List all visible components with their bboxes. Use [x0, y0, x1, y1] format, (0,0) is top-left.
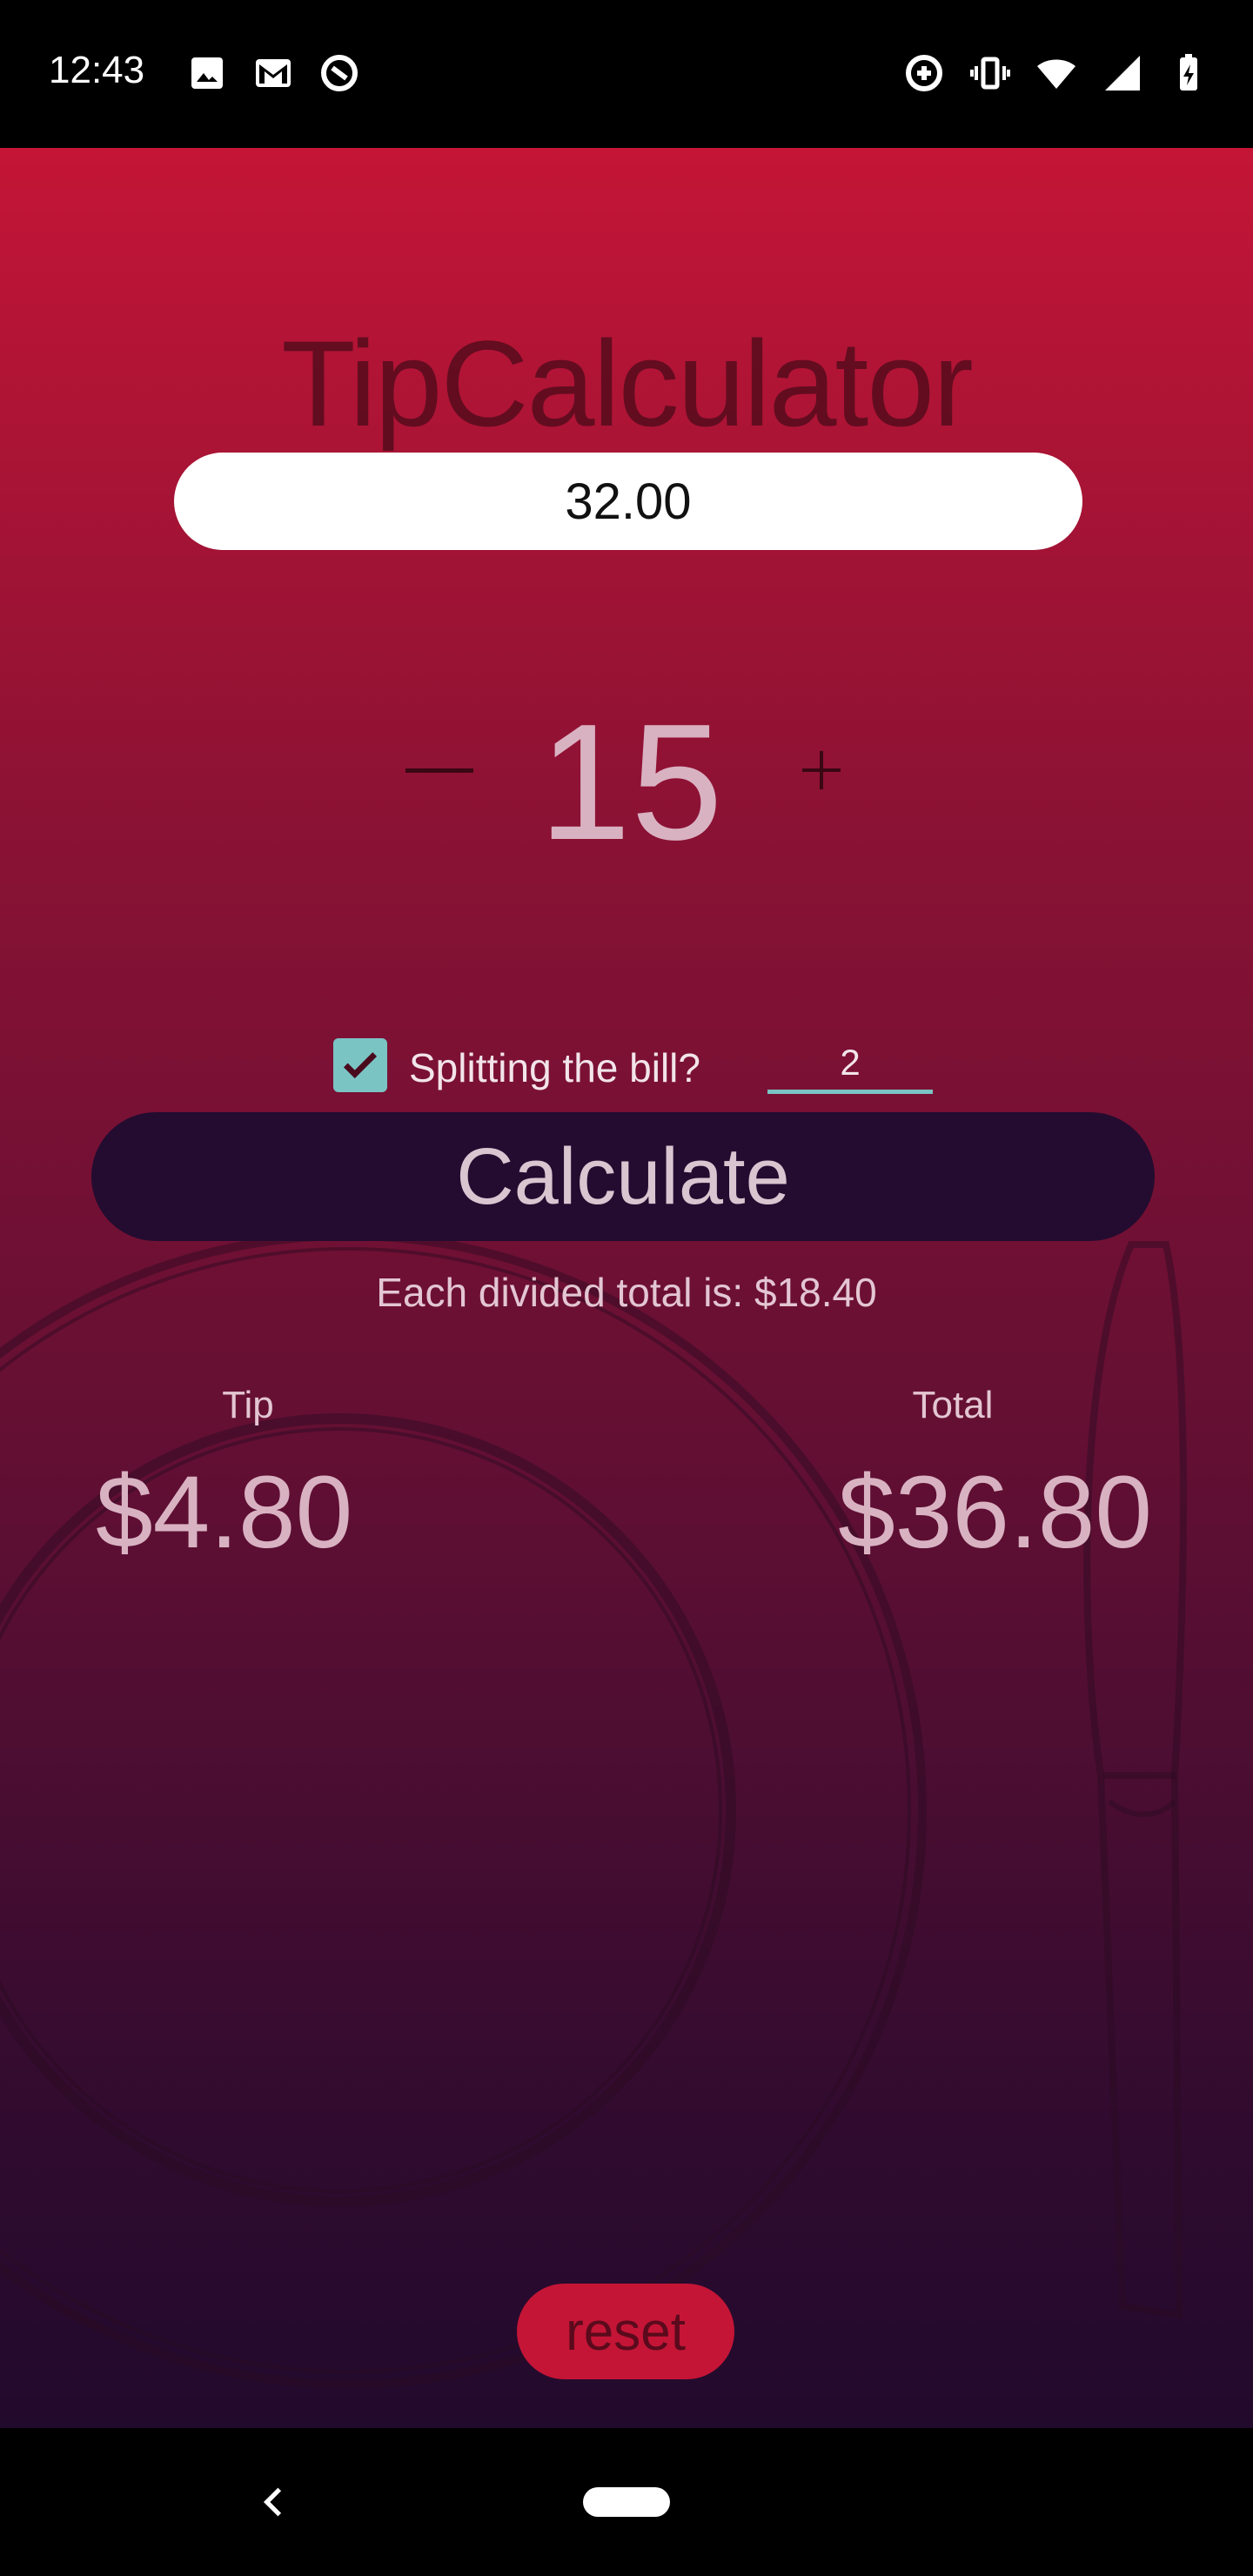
- tip-percent-value: 15: [539, 690, 723, 875]
- navigation-bar: [0, 2428, 1253, 2576]
- minus-icon: [405, 768, 473, 773]
- wifi-icon: [1037, 59, 1075, 89]
- status-bar: 12:43: [0, 0, 1253, 148]
- split-people-input[interactable]: [767, 1036, 933, 1094]
- total-amount: $36.80: [838, 1455, 1152, 1570]
- gmail-icon: [256, 59, 291, 87]
- each-divided-total: Each divided total is: $18.40: [376, 1270, 877, 1315]
- back-icon[interactable]: [252, 2480, 296, 2524]
- decrease-tip-button[interactable]: [400, 731, 479, 809]
- checkmark-icon: [343, 1052, 378, 1079]
- battery-charging-icon: [1180, 54, 1197, 91]
- increase-tip-button[interactable]: [783, 731, 861, 809]
- bill-amount-input[interactable]: [174, 453, 1082, 550]
- tip-percent-stepper: 15: [0, 690, 1253, 875]
- app-title: TipCalculator: [281, 315, 974, 452]
- split-bill-checkbox[interactable]: [333, 1038, 387, 1092]
- status-notification-icons: [186, 52, 360, 94]
- signal-icon: [1105, 56, 1140, 91]
- status-system-icons: [903, 52, 1209, 94]
- tip-amount: $4.80: [96, 1455, 353, 1570]
- data-saver-icon: [906, 55, 942, 91]
- image-icon: [191, 57, 223, 89]
- home-pill-icon[interactable]: [583, 2487, 670, 2517]
- tip-calculator-screen: TipCalculator 15 Splitting the bill? Cal…: [0, 148, 1253, 2428]
- status-time: 12:43: [49, 49, 145, 91]
- tip-label: Tip: [222, 1384, 274, 1426]
- split-bill-label: Splitting the bill?: [409, 1045, 700, 1090]
- vibrate-icon: [970, 57, 1010, 90]
- sync-icon: [321, 55, 358, 91]
- calculate-button[interactable]: Calculate: [91, 1112, 1155, 1241]
- reset-button[interactable]: reset: [517, 2284, 734, 2379]
- split-bill-row: Splitting the bill?: [0, 1036, 1253, 1114]
- total-label: Total: [912, 1384, 994, 1426]
